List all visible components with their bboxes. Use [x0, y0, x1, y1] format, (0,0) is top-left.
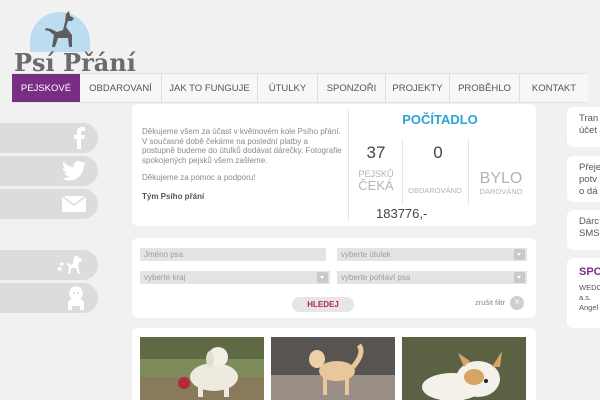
- right-panel-wish[interactable]: Přeje potv o dá: [567, 156, 600, 202]
- info-paragraph-1: Děkujeme všem za účast v květnovém kole …: [142, 127, 342, 165]
- dog-photo-image: [402, 337, 526, 400]
- waiting-label-2: ČEKÁ: [358, 178, 394, 193]
- dog-photo-image: [140, 337, 264, 400]
- gifted-label: OBDAROVÁNO: [408, 186, 462, 195]
- sponsor-text: Angel: [579, 303, 599, 312]
- shelter-select-value: vyberte útulek: [341, 250, 391, 259]
- nav-item-pejskove[interactable]: PEJSKOVÉ: [12, 74, 80, 102]
- dog-icon: [68, 286, 84, 310]
- divider: [402, 140, 403, 204]
- dog-filter-icon: [57, 255, 82, 274]
- dog-logo-icon: [45, 11, 74, 47]
- chevron-down-icon: [317, 272, 328, 283]
- nav-item-kontakt[interactable]: KONTAKT: [520, 74, 588, 102]
- email-button[interactable]: [0, 189, 98, 219]
- waiting-count: 37: [366, 143, 386, 162]
- dog-photo-image: [271, 337, 395, 400]
- counter-title: POČÍTADLO: [402, 112, 478, 127]
- dog-name-input[interactable]: Jméno psa: [140, 248, 326, 261]
- cancel-filter-link[interactable]: zrušit filtr: [475, 298, 505, 307]
- info-signature: Tým Psího přání: [142, 192, 205, 201]
- dog-photo[interactable]: [271, 337, 395, 400]
- sponsor-text: a.s.: [579, 293, 592, 302]
- nav-item-projekty[interactable]: PROJEKTY: [386, 74, 450, 102]
- search-button[interactable]: HLEDEJ: [292, 297, 354, 312]
- right-panel-text: Přeje: [579, 162, 600, 173]
- sponsors-heading: SPO: [579, 266, 600, 278]
- divider: [468, 140, 469, 204]
- nav-item-jak-to-funguje[interactable]: JAK TO FUNGUJE: [162, 74, 258, 102]
- info-text: Děkujeme všem za účast v květnovém kole …: [142, 127, 342, 191]
- sponsor-text: WEDO: [579, 283, 600, 292]
- right-panel-text: Tran: [579, 113, 599, 124]
- logo[interactable]: Psí Přání: [14, 8, 136, 77]
- nav-item-sponzori[interactable]: SPONZOŘI: [318, 74, 386, 102]
- dog-photo[interactable]: [402, 337, 526, 400]
- email-icon: [62, 196, 86, 212]
- dog-filter-button[interactable]: [0, 250, 98, 280]
- divider: [348, 110, 349, 220]
- gender-select[interactable]: vyberte pohlaví psa: [337, 271, 527, 284]
- right-panel-text: účet: [579, 125, 597, 136]
- twitter-icon: [62, 161, 86, 181]
- region-select[interactable]: vyberte kraj: [140, 271, 330, 284]
- facebook-button[interactable]: [0, 123, 98, 153]
- right-panel-bank-transfer[interactable]: Tran účet: [567, 107, 600, 147]
- close-icon[interactable]: ×: [510, 296, 524, 310]
- chevron-down-icon: [514, 249, 525, 260]
- right-panel-sponsors: SPO WEDO a.s. Angel: [567, 258, 600, 328]
- twitter-button[interactable]: [0, 156, 98, 186]
- nav-item-obdarovani[interactable]: OBDAROVANÍ: [80, 74, 162, 102]
- total-amount: 183776,-: [376, 206, 428, 221]
- dog-button[interactable]: [0, 283, 98, 313]
- shelter-select[interactable]: vyberte útulek: [337, 248, 527, 261]
- dog-photo[interactable]: [140, 337, 264, 400]
- chevron-down-icon: [514, 272, 525, 283]
- facebook-icon: [74, 127, 85, 149]
- right-panel-text: Dárc: [579, 216, 600, 227]
- donated-label: DAROVÁNO: [479, 187, 523, 196]
- main-nav: PEJSKOVÉ OBDAROVANÍ JAK TO FUNGUJE ÚTULK…: [12, 73, 588, 103]
- right-panel-text: o dá: [579, 186, 598, 197]
- right-panel-text: SMS: [579, 228, 600, 239]
- info-paragraph-2: Děkujeme za pomoc a podporu!: [142, 173, 256, 182]
- gender-select-value: vyberte pohlaví psa: [341, 273, 411, 282]
- right-panel-sms[interactable]: Dárc SMS: [567, 210, 600, 250]
- region-select-value: vyberte kraj: [144, 273, 186, 282]
- nav-item-probehlo[interactable]: PROBĚHLO: [450, 74, 520, 102]
- gifted-count: 0: [433, 143, 443, 162]
- nav-item-utulky[interactable]: ÚTULKY: [258, 74, 318, 102]
- right-panel-text: potv: [579, 174, 597, 185]
